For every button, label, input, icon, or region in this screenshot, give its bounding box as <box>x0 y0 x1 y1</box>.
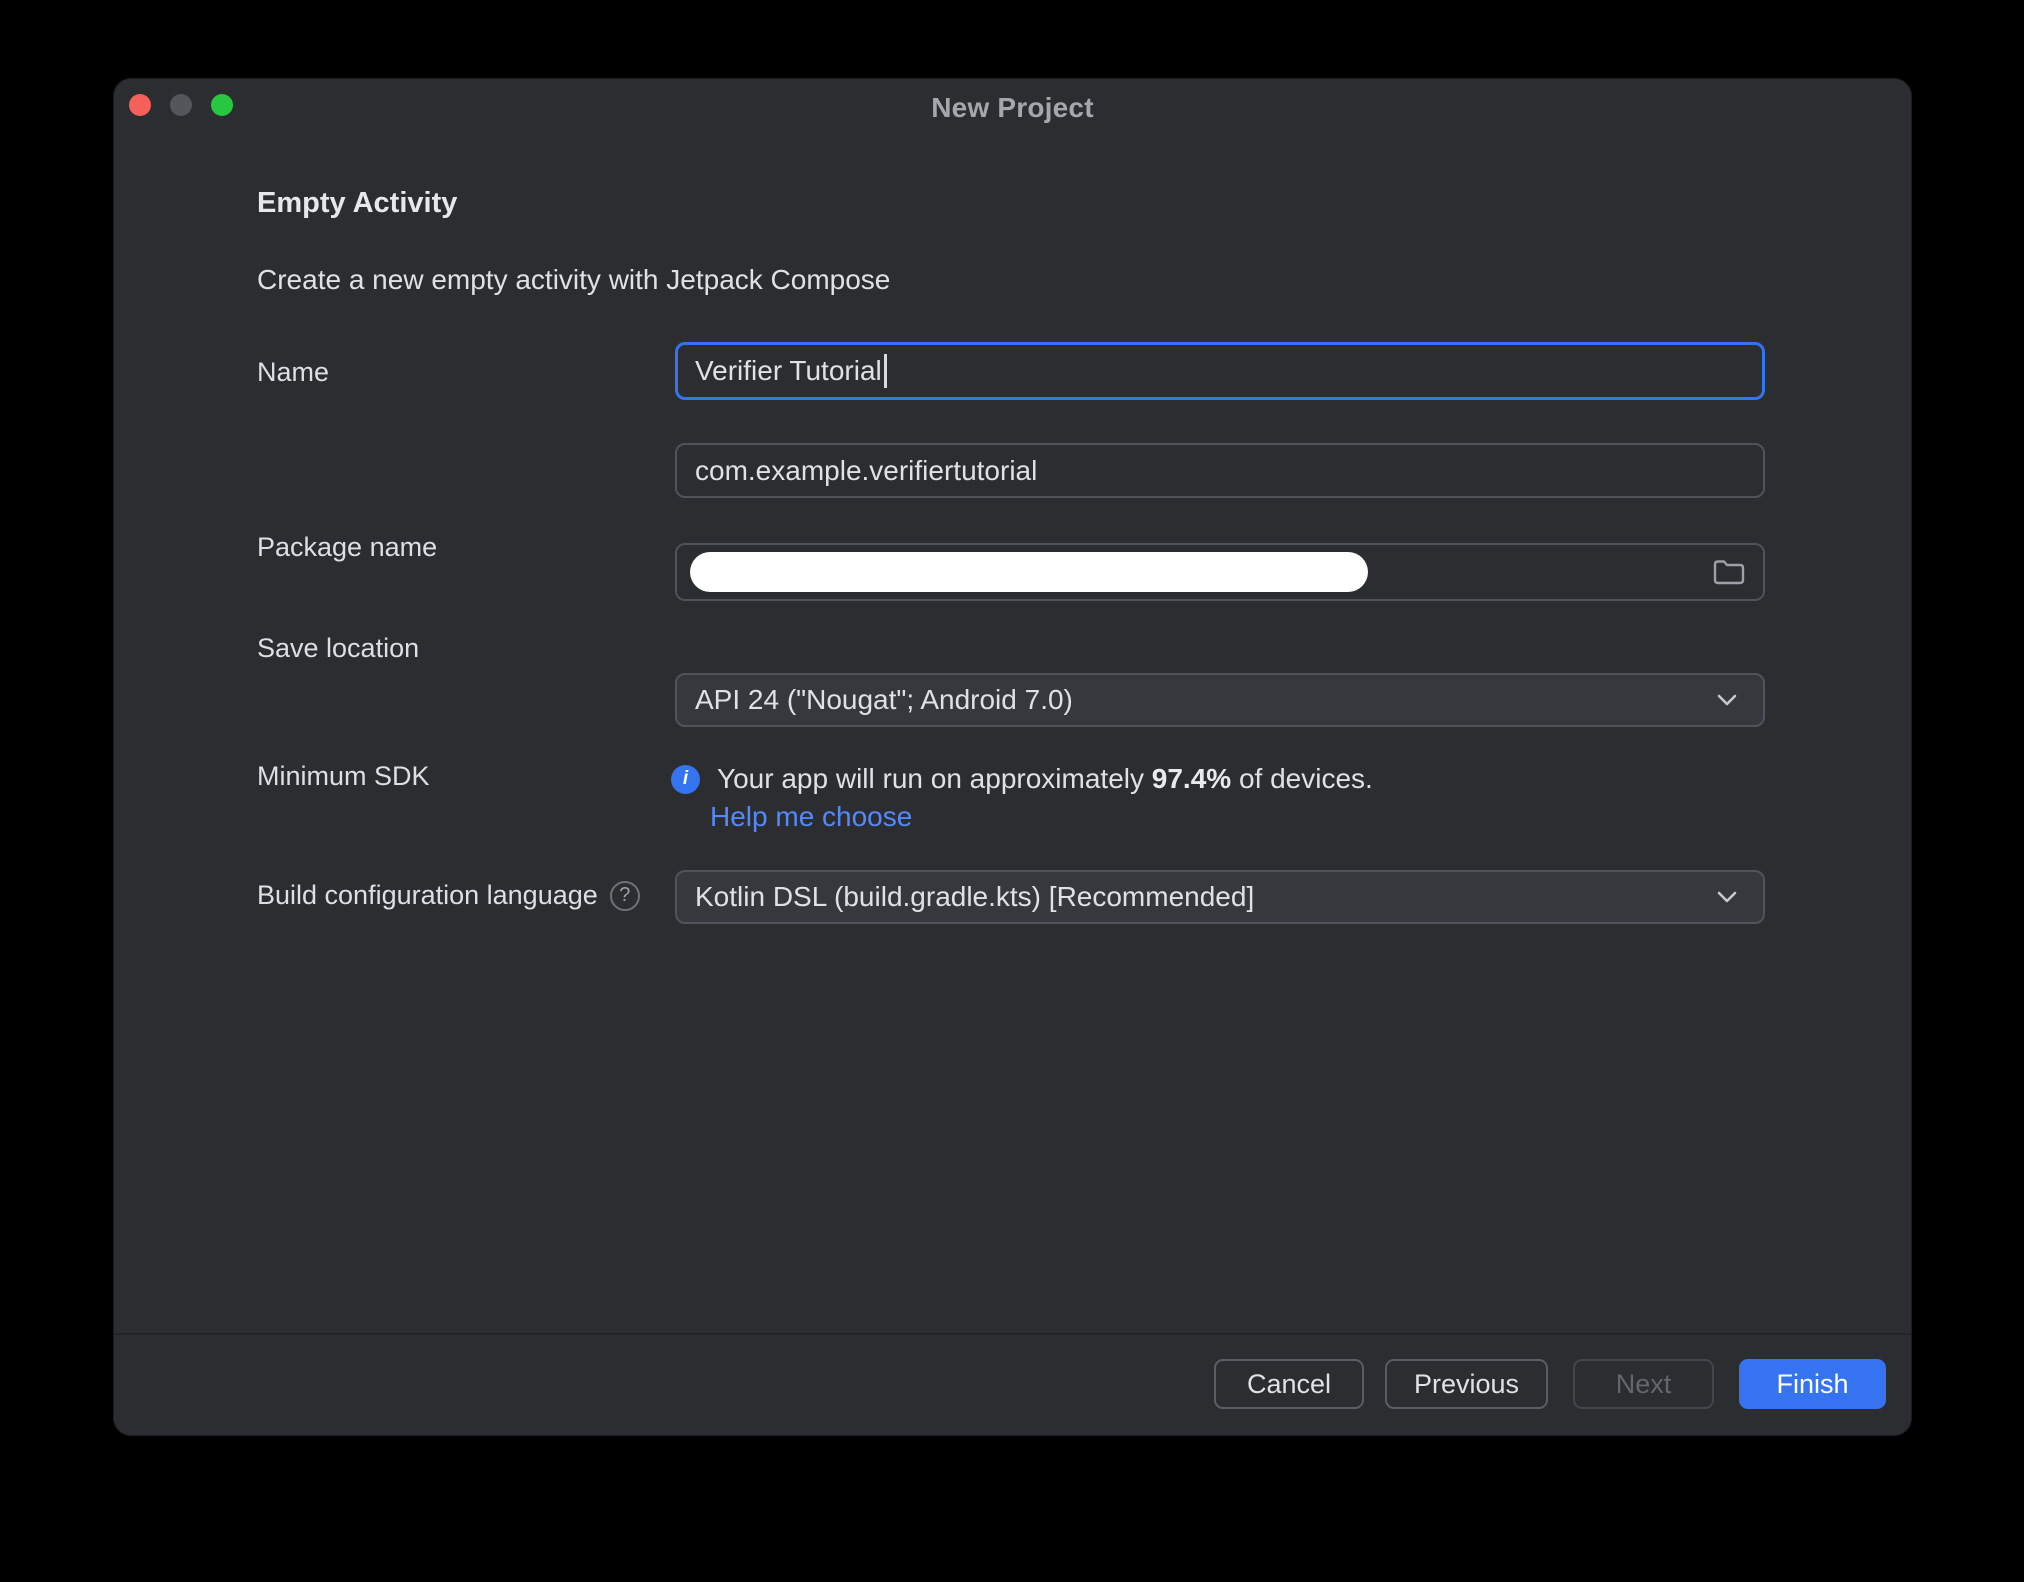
dialog-footer: Cancel Previous Next Finish <box>114 1333 1911 1435</box>
minimum-sdk-label: Minimum SDK <box>257 761 430 792</box>
build-config-value: Kotlin DSL (build.gradle.kts) [Recommend… <box>695 881 1254 913</box>
save-location-input[interactable] <box>675 543 1765 601</box>
next-button: Next <box>1573 1359 1714 1409</box>
name-input-value: Verifier Tutorial <box>695 355 882 387</box>
package-name-value: com.example.verifiertutorial <box>695 455 1037 487</box>
cancel-button[interactable]: Cancel <box>1214 1359 1364 1409</box>
chevron-down-icon <box>1713 881 1741 913</box>
screen-background: New Project Empty Activity Create a new … <box>0 0 2024 1582</box>
new-project-dialog: New Project Empty Activity Create a new … <box>113 78 1912 1436</box>
sdk-info-row: i Your app will run on approximately 97.… <box>671 763 1373 795</box>
build-config-label: Build configuration language <box>257 880 598 911</box>
sdk-info-percent: 97.4% <box>1152 763 1231 794</box>
build-config-select[interactable]: Kotlin DSL (build.gradle.kts) [Recommend… <box>675 870 1765 924</box>
previous-button[interactable]: Previous <box>1385 1359 1548 1409</box>
finish-button[interactable]: Finish <box>1739 1359 1886 1409</box>
help-circle-icon[interactable]: ? <box>610 881 640 911</box>
package-name-input[interactable]: com.example.verifiertutorial <box>675 443 1765 498</box>
sdk-info-prefix: Your app will run on approximately <box>717 763 1152 794</box>
window-title: New Project <box>114 92 1911 124</box>
chevron-down-icon <box>1713 684 1741 716</box>
save-location-label: Save location <box>257 633 419 664</box>
title-bar: New Project <box>114 79 1911 135</box>
sdk-info-suffix: of devices. <box>1231 763 1373 794</box>
browse-folder-button[interactable] <box>1709 552 1749 592</box>
folder-icon <box>1712 557 1746 587</box>
package-name-label: Package name <box>257 532 437 563</box>
help-me-choose-link[interactable]: Help me choose <box>710 801 912 833</box>
name-label: Name <box>257 357 329 388</box>
page-subtitle: Create a new empty activity with Jetpack… <box>257 264 890 296</box>
page-title: Empty Activity <box>257 187 457 220</box>
build-config-label-row: Build configuration language ? <box>257 880 640 911</box>
info-icon: i <box>671 765 700 794</box>
sdk-info-text: Your app will run on approximately 97.4%… <box>717 763 1373 795</box>
minimum-sdk-select[interactable]: API 24 ("Nougat"; Android 7.0) <box>675 673 1765 727</box>
redacted-path-value <box>690 552 1368 592</box>
minimum-sdk-value: API 24 ("Nougat"; Android 7.0) <box>695 684 1073 716</box>
text-cursor <box>884 354 887 388</box>
name-input[interactable]: Verifier Tutorial <box>675 342 1765 400</box>
